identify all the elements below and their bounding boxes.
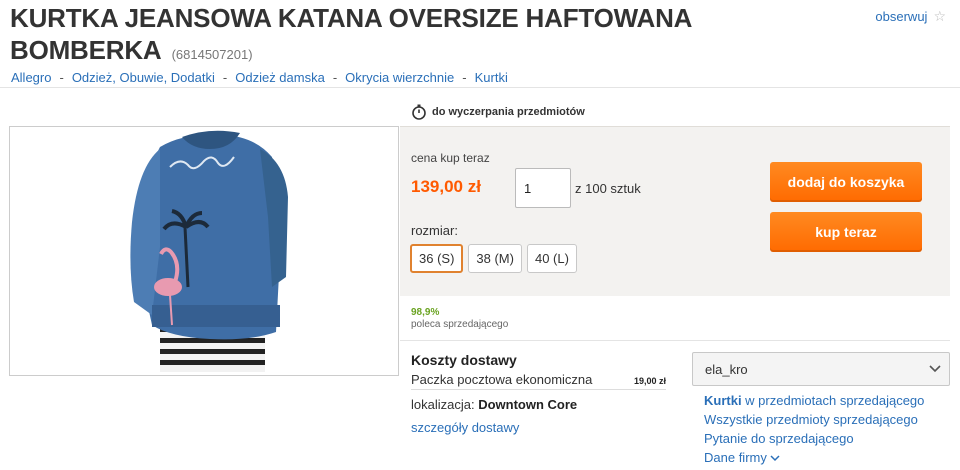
size-options: 36 (S) 38 (M) 40 (L) xyxy=(410,244,577,273)
product-title: KURTKA JEANSOWA KATANA OVERSIZE HAFTOWAN… xyxy=(10,2,770,71)
size-option-38[interactable]: 38 (M) xyxy=(468,244,522,273)
watch-button[interactable]: obserwuj ☆ xyxy=(875,8,946,25)
seller-name: ela_kro xyxy=(705,361,748,377)
breadcrumb-item-clothing[interactable]: Odzież, Obuwie, Dodatki xyxy=(72,70,215,85)
add-to-cart-button[interactable]: dodaj do koszyka xyxy=(770,162,922,202)
watch-label: obserwuj xyxy=(875,9,928,24)
seller-category-name: Kurtki xyxy=(704,393,742,408)
star-icon: ☆ xyxy=(933,8,946,24)
breadcrumb-separator: - xyxy=(222,70,228,85)
company-details-label: Dane firmy xyxy=(704,450,767,465)
shipping-details-link[interactable]: szczegóły dostawy xyxy=(411,420,519,435)
product-title-text: KURTKA JEANSOWA KATANA OVERSIZE HAFTOWAN… xyxy=(10,3,692,65)
seller-category-suffix: w przedmiotach sprzedającego xyxy=(741,393,925,408)
price-value: 139,00 zł xyxy=(411,177,481,196)
seller-rating: 98,9% poleca sprzedającego xyxy=(411,307,508,331)
chevron-down-icon xyxy=(770,455,781,462)
size-label: rozmiar: xyxy=(411,223,458,238)
denim-jacket-illustration xyxy=(10,127,398,375)
company-details-link[interactable]: Dane firmy xyxy=(704,448,924,467)
shipping-method: Paczka pocztowa ekonomiczna xyxy=(411,372,593,387)
section-divider xyxy=(400,340,950,341)
quantity-input[interactable] xyxy=(515,168,571,208)
seller-links: Kurtki w przedmiotach sprzedającego Wszy… xyxy=(704,391,924,467)
breadcrumb-separator: - xyxy=(332,70,338,85)
shipping-title: Koszty dostawy xyxy=(411,352,517,368)
product-id: (6814507201) xyxy=(171,47,253,62)
seller-all-items-link[interactable]: Wszystkie przedmioty sprzedającego xyxy=(704,410,924,429)
item-location: lokalizacja: Downtown Core xyxy=(411,397,577,412)
chevron-down-icon xyxy=(929,365,941,373)
size-option-40[interactable]: 40 (L) xyxy=(526,244,577,273)
seller-dropdown[interactable]: ela_kro xyxy=(692,352,950,386)
location-label: lokalizacja: xyxy=(411,397,475,412)
product-image[interactable] xyxy=(9,126,399,376)
offer-duration: do wyczerpania przedmiotów xyxy=(411,104,585,120)
seller-category-link[interactable]: Kurtki w przedmiotach sprzedającego xyxy=(704,391,924,410)
offer-duration-text: do wyczerpania przedmiotów xyxy=(432,106,585,118)
shipping-cost: 19,00 zł xyxy=(633,376,666,386)
breadcrumb-separator: - xyxy=(59,70,64,85)
buy-panel: cena kup teraz 139,00 zł z 100 sztuk roz… xyxy=(400,126,950,296)
location-value: Downtown Core xyxy=(478,397,578,412)
stopwatch-icon xyxy=(412,104,426,120)
breadcrumb-item-jackets[interactable]: Kurtki xyxy=(475,70,508,85)
breadcrumb: Allegro - Odzież, Obuwie, Dodatki - Odzi… xyxy=(11,70,508,85)
size-option-36[interactable]: 36 (S) xyxy=(410,244,464,273)
breadcrumb-item-womens[interactable]: Odzież damska xyxy=(235,70,325,85)
shipping-method-row: Paczka pocztowa ekonomiczna 19,00 zł xyxy=(411,372,666,390)
buy-now-button[interactable]: kup teraz xyxy=(770,212,922,252)
rating-text: poleca sprzedającego xyxy=(411,319,509,330)
ask-seller-link[interactable]: Pytanie do sprzedającego xyxy=(704,429,924,448)
quantity-available: z 100 sztuk xyxy=(575,181,641,196)
price-label: cena kup teraz xyxy=(411,151,490,165)
breadcrumb-separator: - xyxy=(462,70,467,85)
breadcrumb-item-allegro[interactable]: Allegro xyxy=(11,70,51,85)
rating-percent: 98,9% xyxy=(411,307,440,318)
breadcrumb-item-outerwear[interactable]: Okrycia wierzchnie xyxy=(345,70,454,85)
header-divider xyxy=(0,87,960,88)
